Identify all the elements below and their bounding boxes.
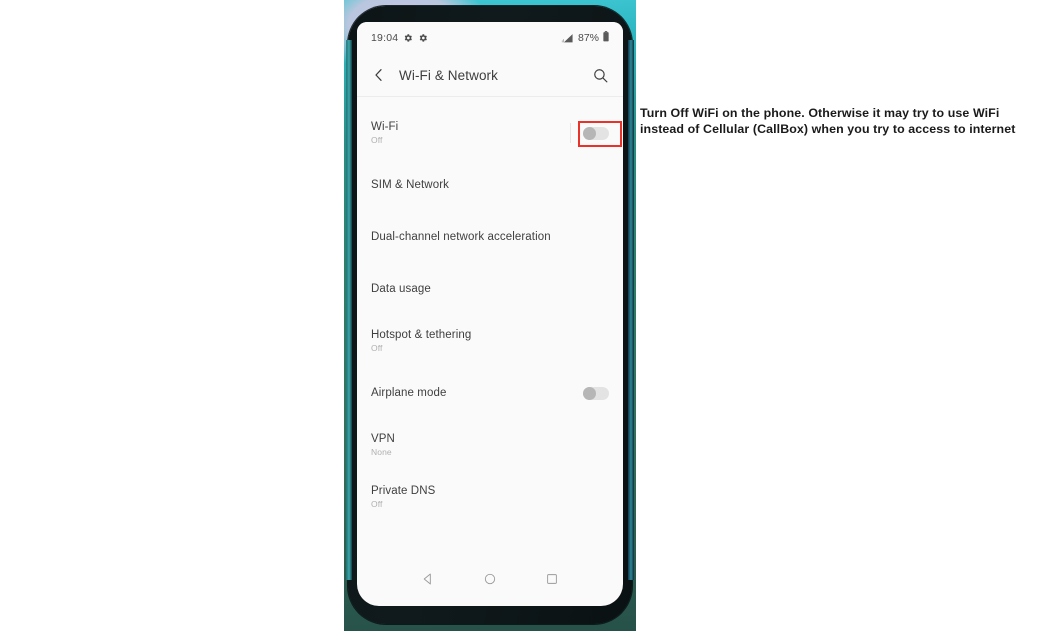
row-title: Wi-Fi: [371, 121, 399, 133]
phone-photo: 19:04 87% Wi-Fi & Network Wi-Fi Off SIM …: [344, 0, 636, 631]
row-title: Airplane mode: [371, 387, 447, 399]
settings-row-wifi[interactable]: Wi-Fi Off: [357, 107, 623, 159]
settings-row-dual-channel-acceleration[interactable]: Dual-channel network acceleration: [357, 211, 623, 263]
row-text-group: Data usage: [371, 283, 431, 295]
settings-row-private-dns[interactable]: Private DNS Off: [357, 471, 623, 523]
row-text-group: VPN None: [371, 433, 395, 457]
row-subtitle: None: [371, 447, 392, 457]
phone-screen: 19:04 87% Wi-Fi & Network Wi-Fi Off SIM …: [357, 22, 623, 606]
nav-home-circle-icon[interactable]: [483, 572, 497, 591]
search-icon[interactable]: [592, 67, 609, 84]
annotation-caption: Turn Off WiFi on the phone. Otherwise it…: [640, 106, 1016, 136]
row-vertical-divider: [570, 123, 571, 143]
settings-row-sim-network[interactable]: SIM & Network: [357, 159, 623, 211]
page-title: Wi-Fi & Network: [399, 67, 498, 83]
row-subtitle: Off: [371, 343, 383, 353]
battery-icon: [603, 31, 609, 45]
wifi-toggle[interactable]: [583, 126, 609, 140]
row-text-group: SIM & Network: [371, 179, 449, 191]
row-title: Dual-channel network acceleration: [371, 231, 551, 243]
row-text-group: Dual-channel network acceleration: [371, 231, 551, 243]
row-title: Hotspot & tethering: [371, 329, 472, 341]
cellular-signal-icon: [561, 33, 574, 44]
row-subtitle: Off: [371, 499, 383, 509]
battery-percent-label: 87%: [577, 32, 599, 44]
status-bar: 19:04 87%: [357, 22, 623, 54]
row-subtitle: Off: [371, 135, 383, 145]
airplane-mode-toggle[interactable]: [583, 386, 609, 400]
status-time: 19:04: [371, 32, 399, 44]
row-text-group: Hotspot & tethering Off: [371, 329, 471, 353]
row-title: VPN: [371, 433, 395, 445]
back-chevron-icon[interactable]: [371, 67, 387, 83]
status-bar-right: 87%: [561, 31, 609, 45]
toggle-knob: [583, 126, 596, 140]
settings-list: Wi-Fi Off SIM & Network Dual-channel net…: [357, 97, 623, 523]
row-text-group: Airplane mode: [371, 387, 446, 399]
toggle-knob: [583, 386, 596, 400]
nav-back-triangle-icon[interactable]: [421, 572, 435, 591]
app-bar: Wi-Fi & Network: [357, 54, 623, 96]
phone-edge-left: [346, 40, 352, 580]
settings-row-airplane-mode[interactable]: Airplane mode: [357, 367, 623, 419]
row-text-group: Wi-Fi Off: [371, 121, 398, 145]
gear-icon: [418, 33, 428, 43]
gear-icon: [403, 33, 413, 43]
row-text-group: Private DNS Off: [371, 485, 435, 509]
nav-recents-square-icon[interactable]: [545, 572, 559, 591]
android-navigation-bar: [357, 564, 623, 598]
settings-row-vpn[interactable]: VPN None: [357, 419, 623, 471]
row-title: Data usage: [371, 283, 431, 295]
row-title: Private DNS: [371, 485, 436, 497]
phone-edge-right: [628, 40, 634, 580]
row-title: SIM & Network: [371, 179, 449, 191]
status-bar-left: 19:04: [371, 32, 428, 44]
settings-row-data-usage[interactable]: Data usage: [357, 263, 623, 315]
settings-row-hotspot-tethering[interactable]: Hotspot & tethering Off: [357, 315, 623, 367]
